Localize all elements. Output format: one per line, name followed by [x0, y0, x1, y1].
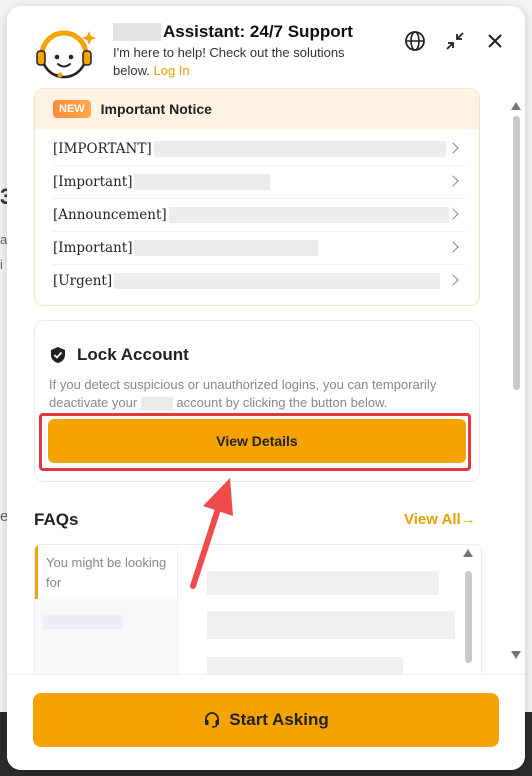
notice-item-label: [Urgent]: [53, 273, 113, 289]
brand-name-redacted: [140, 397, 173, 411]
redacted-question[interactable]: [207, 611, 455, 639]
notice-item-label: [Announcement]: [53, 207, 167, 223]
main-scrollbar[interactable]: [511, 102, 521, 662]
redacted-text: [134, 174, 271, 190]
support-chat-panel: Assistant: 24/7 Support I'm here to help…: [7, 6, 525, 770]
faq-category-selected[interactable]: You might be looking for: [35, 545, 177, 599]
scroll-up-icon[interactable]: [511, 102, 521, 110]
scroll-up-icon[interactable]: [463, 549, 473, 557]
subtitle-text: I'm here to help! Check out the solution…: [113, 45, 345, 78]
view-details-button[interactable]: View Details: [48, 419, 466, 463]
chevron-right-icon: [447, 175, 459, 187]
redacted-question[interactable]: [207, 657, 403, 674]
lock-desc-part2: account by clicking the button below.: [176, 395, 388, 410]
view-all-link[interactable]: View All→: [404, 511, 476, 528]
redacted-question[interactable]: [207, 571, 439, 595]
lock-account-description: If you detect suspicious or unauthorized…: [49, 376, 469, 412]
lock-account-heading: Lock Account: [49, 345, 189, 365]
notice-item[interactable]: [Important]: [53, 166, 465, 199]
notice-item[interactable]: [Announcement]: [53, 199, 465, 232]
panel-footer: Start Asking: [7, 674, 525, 770]
notice-item-label: [Important]: [53, 174, 133, 190]
chevron-right-icon: [447, 241, 459, 253]
background-fragment: i: [0, 257, 3, 272]
chevron-right-icon: [447, 208, 459, 220]
faq-divider: [177, 545, 178, 674]
notice-item[interactable]: [IMPORTANT]: [53, 133, 465, 166]
new-badge: NEW: [53, 100, 91, 118]
notice-item-label: [IMPORTANT]: [53, 141, 152, 157]
notice-title: Important Notice: [100, 101, 212, 117]
start-asking-button[interactable]: Start Asking: [33, 693, 499, 747]
chevron-right-icon: [447, 274, 459, 286]
view-all-label: View All: [404, 511, 461, 528]
redacted-text: [168, 207, 449, 223]
close-icon[interactable]: [484, 30, 506, 52]
notice-item-label: [Important]: [53, 240, 133, 256]
lock-account-card: Lock Account If you detect suspicious or…: [34, 320, 480, 482]
start-asking-label: Start Asking: [229, 710, 329, 729]
redacted-text: [114, 273, 441, 289]
panel-header: Assistant: 24/7 Support I'm here to help…: [7, 6, 525, 88]
arrow-right-icon: →: [460, 511, 476, 528]
main-scroll-thumb[interactable]: [513, 116, 520, 390]
headset-icon: [205, 712, 220, 728]
important-notice-card: NEW Important Notice [IMPORTANT] [Import…: [34, 88, 480, 306]
collapse-icon[interactable]: [444, 30, 466, 52]
faq-panel: You might be looking for: [34, 544, 482, 674]
scroll-down-icon[interactable]: [511, 651, 521, 659]
panel-scroll-content[interactable]: NEW Important Notice [IMPORTANT] [Import…: [7, 88, 525, 674]
globe-icon[interactable]: [404, 30, 426, 52]
faqs-heading: FAQs: [34, 510, 79, 529]
notice-header: NEW Important Notice: [35, 89, 479, 129]
panel-title-text: Assistant: 24/7 Support: [163, 22, 353, 41]
lock-account-title: Lock Account: [77, 345, 189, 364]
shield-icon: [51, 347, 65, 363]
brand-name-redacted: [113, 23, 161, 41]
faq-category-list: [35, 599, 177, 674]
assistant-avatar-icon: [36, 30, 96, 79]
login-link[interactable]: Log In: [154, 63, 190, 78]
panel-title: Assistant: 24/7 Support: [113, 22, 353, 42]
faq-scroll-thumb[interactable]: [465, 571, 472, 663]
notice-item[interactable]: [Urgent]: [53, 265, 465, 297]
chevron-right-icon: [447, 142, 459, 154]
faq-scrollbar[interactable]: [461, 549, 475, 669]
redacted-text: [153, 141, 446, 157]
notice-item[interactable]: [Important]: [53, 232, 465, 265]
redacted-category: [43, 615, 123, 629]
panel-subtitle: I'm here to help! Check out the solution…: [113, 44, 373, 80]
redacted-text: [134, 240, 319, 256]
